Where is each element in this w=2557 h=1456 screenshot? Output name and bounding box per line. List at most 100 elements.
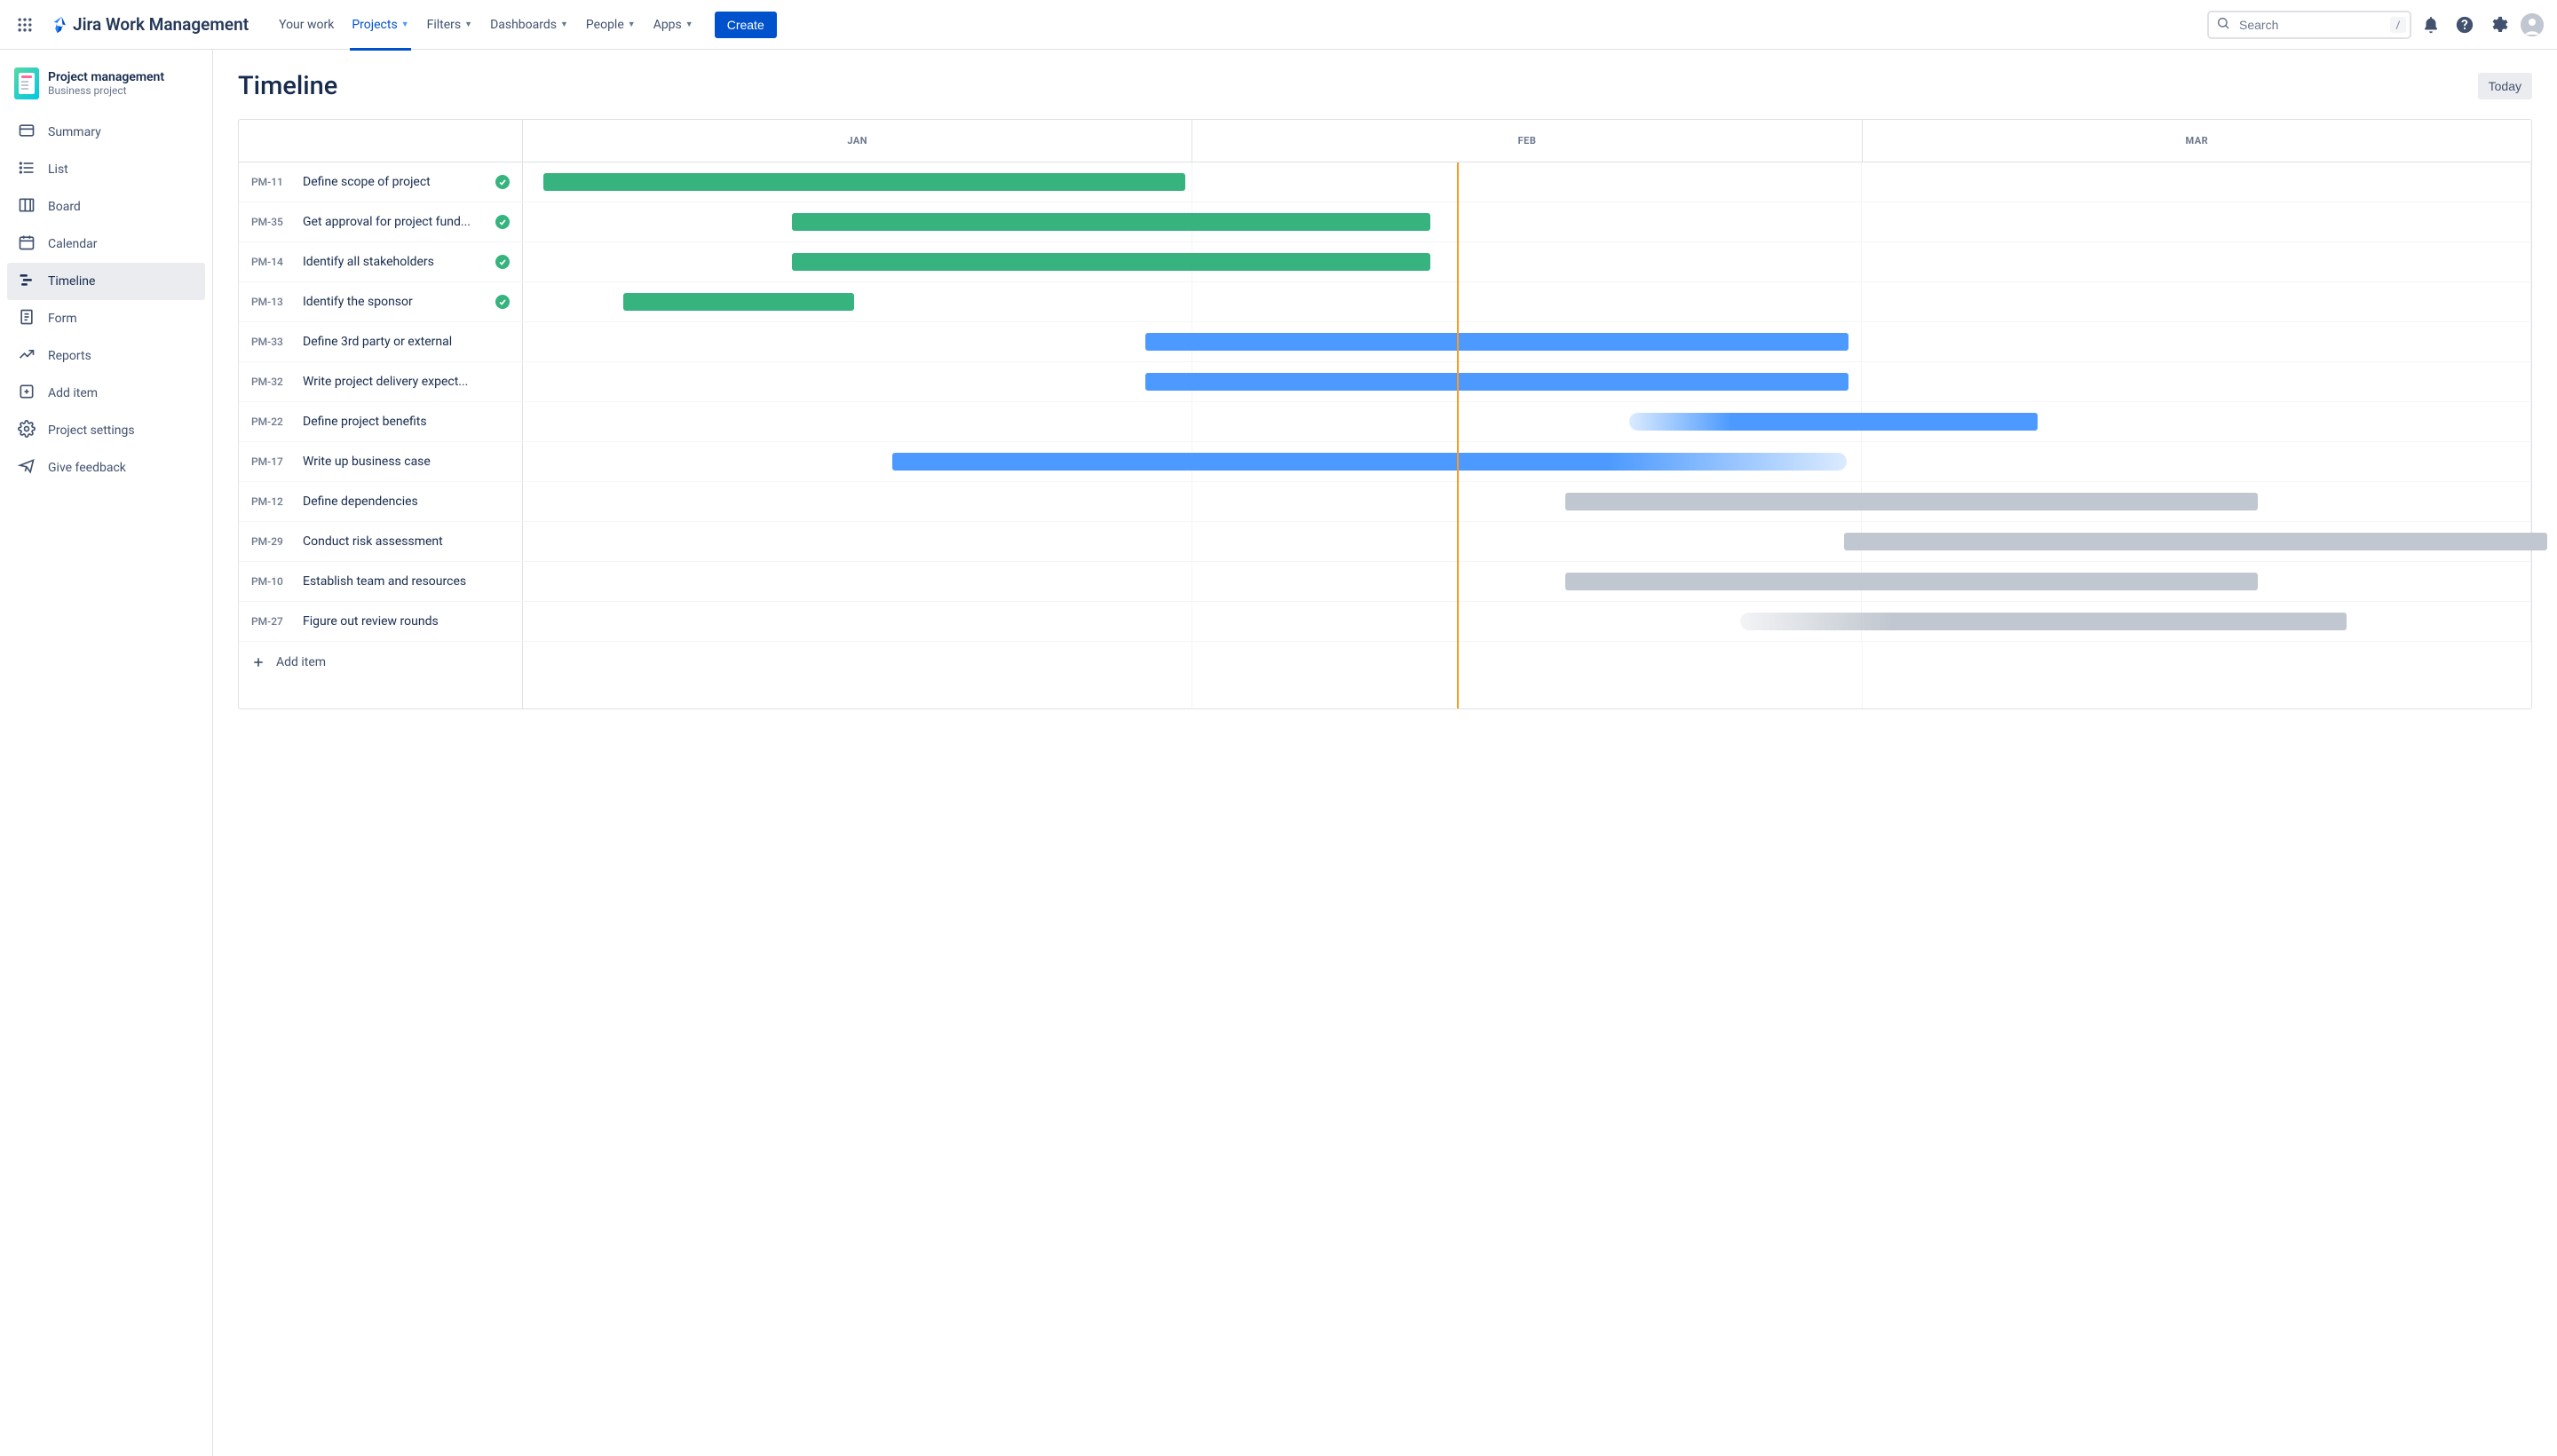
sidebar-item-give-feedback[interactable]: Give feedback — [7, 449, 205, 487]
timeline-bar[interactable] — [1844, 533, 2547, 550]
issue-key: PM-29 — [251, 535, 290, 548]
timeline-row[interactable]: PM-14 Identify all stakeholders — [239, 242, 2531, 282]
timeline-row-gantt — [523, 522, 2531, 561]
sidebar-item-list[interactable]: List — [7, 151, 205, 188]
timeline-row[interactable]: PM-11Define scope of project — [239, 162, 2531, 202]
timeline-row-gantt — [523, 322, 2531, 361]
nav-item-label: Projects — [352, 18, 397, 32]
timeline-row[interactable]: PM-29Conduct risk assessment — [239, 522, 2531, 562]
today-button[interactable]: Today — [2478, 73, 2532, 99]
nav-item-filters[interactable]: Filters▼ — [418, 11, 481, 39]
timeline-row[interactable]: PM-32Write project delivery expect... — [239, 362, 2531, 402]
timeline-row[interactable]: PM-17Write up business case — [239, 442, 2531, 482]
timeline-bar[interactable] — [792, 253, 1430, 271]
project-type: Business project — [48, 84, 164, 97]
sidebar-item-summary[interactable]: Summary — [7, 114, 205, 151]
check-icon — [495, 175, 510, 189]
nav-item-label: Apps — [653, 18, 682, 32]
chevron-down-icon: ▼ — [464, 20, 472, 29]
nav-item-label: People — [586, 18, 624, 32]
timeline-row-gantt — [523, 202, 2531, 241]
issue-key: PM-14 — [251, 256, 290, 268]
timeline-row[interactable]: PM-13Identify the sponsor — [239, 282, 2531, 322]
search-box: / — [2207, 11, 2411, 39]
timeline-bar[interactable] — [892, 453, 1846, 471]
create-button[interactable]: Create — [715, 12, 777, 38]
timeline-row-info: PM-33Define 3rd party or external — [239, 322, 523, 361]
timeline-bar[interactable] — [792, 213, 1430, 231]
sidebar-item-project-settings[interactable]: Project settings — [7, 412, 205, 449]
timeline-row[interactable]: PM-33Define 3rd party or external — [239, 322, 2531, 362]
timeline-row-gantt — [523, 242, 2531, 281]
nav-item-your-work[interactable]: Your work — [270, 11, 343, 39]
timeline-row[interactable]: PM-12Define dependencies — [239, 482, 2531, 522]
issue-key: PM-11 — [251, 176, 290, 188]
sidebar-item-timeline[interactable]: Timeline — [7, 263, 205, 300]
page-title: Timeline — [238, 71, 337, 101]
sidebar-item-form[interactable]: Form — [7, 300, 205, 337]
gear-icon — [2489, 15, 2508, 35]
timeline-month-mar: MAR — [1863, 120, 2531, 162]
sidebar-item-board[interactable]: Board — [7, 188, 205, 226]
timeline-bar[interactable] — [1145, 333, 1848, 351]
timeline-row-gantt — [523, 162, 2531, 202]
issue-summary: Figure out review rounds — [303, 614, 510, 629]
product-logo[interactable]: Jira Work Management — [43, 14, 256, 35]
timeline-row[interactable]: PM-27Figure out review rounds — [239, 602, 2531, 642]
help-button[interactable] — [2450, 11, 2479, 39]
timeline-bar[interactable] — [1565, 573, 2258, 590]
nav-item-people[interactable]: People ▼ — [577, 11, 645, 39]
issue-key: PM-17 — [251, 455, 290, 468]
project-name: Project management — [48, 70, 164, 84]
issue-key: PM-32 — [251, 376, 290, 388]
timeline-bar[interactable] — [1145, 373, 1848, 391]
issue-summary: Get approval for project fund... — [303, 215, 483, 229]
issue-key: PM-35 — [251, 216, 290, 228]
project-header[interactable]: Project management Business project — [7, 64, 205, 114]
timeline-row-info: PM-22Define project benefits — [239, 402, 523, 441]
issue-summary: Identify all stakeholders — [303, 255, 483, 269]
timeline-view: JANFEBMAR PM-11Define scope of projectPM… — [238, 119, 2532, 709]
board-icon — [18, 196, 36, 218]
jira-logo-icon — [50, 15, 69, 35]
search-icon — [2216, 16, 2230, 34]
search-input[interactable] — [2207, 11, 2411, 39]
timeline-row[interactable]: PM-22Define project benefits — [239, 402, 2531, 442]
timeline-bar[interactable] — [543, 173, 1186, 191]
profile-button[interactable] — [2518, 11, 2546, 39]
timeline-row-info: PM-10Establish team and resources — [239, 562, 523, 601]
nav-item-projects[interactable]: Projects▼ — [343, 11, 417, 39]
timeline-row-info: PM-35 Get approval for project fund... — [239, 202, 523, 241]
timeline-row-info: PM-12Define dependencies — [239, 482, 523, 521]
timeline-header: JANFEBMAR — [239, 120, 2531, 162]
sidebar-item-calendar[interactable]: Calendar — [7, 226, 205, 263]
timeline-bar[interactable] — [623, 293, 854, 311]
add-item-button[interactable]: Add item — [239, 642, 523, 682]
sidebar-item-reports[interactable]: Reports — [7, 337, 205, 375]
chevron-down-icon: ▼ — [628, 20, 636, 29]
timeline-row[interactable]: PM-35 Get approval for project fund... — [239, 202, 2531, 242]
nav-item-dashboards[interactable]: Dashboards▼ — [481, 11, 577, 39]
timeline-row-gantt — [523, 282, 2531, 321]
sidebar-item-label: Timeline — [48, 274, 95, 289]
chevron-down-icon: ▼ — [685, 20, 693, 29]
sidebar-item-label: Add item — [48, 386, 98, 400]
nav-item-apps[interactable]: Apps▼ — [645, 11, 702, 39]
settings-icon — [18, 420, 36, 441]
app-switcher-button[interactable] — [11, 11, 39, 39]
nav-item-label: Dashboards — [490, 18, 557, 32]
sidebar-item-add-item[interactable]: Add item — [7, 375, 205, 412]
timeline-row[interactable]: PM-10Establish team and resources — [239, 562, 2531, 602]
timeline-row-info: PM-13Identify the sponsor — [239, 282, 523, 321]
timeline-bar[interactable] — [1565, 493, 2258, 510]
summary-icon — [18, 122, 36, 143]
issue-summary: Establish team and resources — [303, 574, 510, 589]
sidebar-item-label: Summary — [48, 125, 101, 139]
timeline-bar[interactable] — [1740, 613, 2347, 630]
notifications-button[interactable] — [2417, 11, 2445, 39]
sidebar-item-label: List — [48, 162, 68, 177]
check-icon — [495, 215, 510, 229]
sidebar-nav: Summary List BoardCalendar Timeline FormRepo… — [7, 114, 205, 487]
settings-button[interactable] — [2484, 11, 2513, 39]
timeline-bar[interactable] — [1629, 413, 2037, 431]
